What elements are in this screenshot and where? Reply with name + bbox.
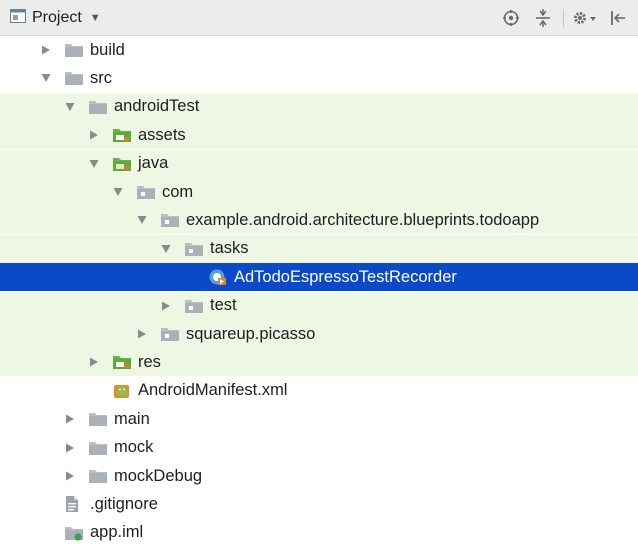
expand-arrow-icon[interactable] bbox=[88, 356, 100, 368]
tree-item-mockdebug[interactable]: mockDebug bbox=[0, 462, 638, 490]
tree-item-label: tasks bbox=[210, 239, 249, 258]
tree-item-label: mockDebug bbox=[114, 466, 203, 485]
tree-item-label: test bbox=[210, 296, 237, 315]
tree-item-example-android-architecture-blueprints-todoapp[interactable]: example.android.architecture.blueprints.… bbox=[0, 206, 638, 235]
tree-item-com[interactable]: com bbox=[0, 178, 638, 206]
expand-arrow-icon[interactable] bbox=[64, 470, 76, 482]
project-view-selector[interactable]: Project ▼ bbox=[10, 0, 101, 36]
tree-item-label: src bbox=[90, 68, 112, 87]
folder-icon bbox=[88, 98, 108, 116]
package-icon bbox=[136, 183, 156, 201]
tree-item-res[interactable]: res bbox=[0, 348, 638, 377]
folder-icon bbox=[88, 467, 108, 485]
chevron-down-icon: ▼ bbox=[89, 12, 101, 24]
collapse-all-icon[interactable] bbox=[531, 5, 555, 31]
tree-item-src[interactable]: src bbox=[0, 64, 638, 92]
hide-panel-icon[interactable] bbox=[606, 5, 630, 31]
tree-item-label: AndroidManifest.xml bbox=[138, 381, 288, 400]
tree-item-build[interactable]: build bbox=[0, 36, 638, 64]
project-view-title: Project bbox=[32, 9, 82, 26]
tree-item-main[interactable]: main bbox=[0, 405, 638, 433]
package-icon bbox=[184, 240, 204, 258]
expand-arrow-icon[interactable] bbox=[64, 442, 76, 454]
expand-arrow-icon[interactable] bbox=[88, 129, 100, 141]
package-icon bbox=[160, 325, 180, 343]
tree-item-mock[interactable]: mock bbox=[0, 434, 638, 462]
text-file-icon bbox=[64, 495, 84, 513]
expand-arrow-icon[interactable] bbox=[64, 413, 76, 425]
expand-arrow-icon[interactable] bbox=[160, 300, 172, 312]
tree-item-label: res bbox=[138, 352, 161, 371]
collapse-arrow-icon[interactable] bbox=[136, 214, 148, 226]
expand-arrow-icon[interactable] bbox=[40, 44, 52, 56]
collapse-arrow-icon[interactable] bbox=[160, 243, 172, 255]
tree-item-androidmanifest-xml[interactable]: AndroidManifest.xml bbox=[0, 377, 638, 405]
tree-item-label: .gitignore bbox=[90, 494, 158, 513]
locate-icon[interactable] bbox=[499, 5, 523, 31]
tree-item-assets[interactable]: assets bbox=[0, 121, 638, 150]
module-file-icon bbox=[64, 524, 84, 542]
tree-item-squareup-picasso[interactable]: squareup.picasso bbox=[0, 320, 638, 348]
folder-icon bbox=[88, 410, 108, 428]
tree-item-label: build bbox=[90, 40, 125, 59]
collapse-arrow-icon[interactable] bbox=[112, 186, 124, 198]
test-source-folder-icon bbox=[112, 155, 132, 173]
tree-item-gitignore[interactable]: .gitignore bbox=[0, 490, 638, 518]
test-class-icon bbox=[208, 268, 228, 286]
tree-item-androidtest[interactable]: androidTest bbox=[0, 92, 638, 121]
arrow-spacer bbox=[184, 271, 196, 283]
collapse-arrow-icon[interactable] bbox=[88, 158, 100, 170]
folder-icon bbox=[64, 41, 84, 59]
tree-item-adtodoespressotestrecorder[interactable]: AdTodoEspressoTestRecorder bbox=[0, 263, 638, 292]
tree-item-label: java bbox=[138, 154, 169, 173]
tree-item-java[interactable]: java bbox=[0, 149, 638, 178]
collapse-arrow-icon[interactable] bbox=[64, 101, 76, 113]
expand-arrow-icon[interactable] bbox=[136, 328, 148, 340]
project-toolbar: Project ▼ bbox=[0, 0, 638, 36]
tree-item-label: AdTodoEspressoTestRecorder bbox=[234, 267, 457, 286]
tree-item-label: assets bbox=[138, 125, 186, 144]
tree-item-label: squareup.picasso bbox=[186, 324, 316, 343]
tree-item-tasks[interactable]: tasks bbox=[0, 234, 638, 263]
arrow-spacer bbox=[40, 527, 52, 539]
package-icon bbox=[184, 297, 204, 315]
arrow-spacer bbox=[88, 385, 100, 397]
toolbar-separator bbox=[563, 9, 564, 27]
settings-gear-icon[interactable] bbox=[572, 5, 598, 31]
test-resource-folder-icon bbox=[112, 353, 132, 371]
tree-item-label: example.android.architecture.blueprints.… bbox=[186, 210, 540, 229]
tree-item-label: mock bbox=[114, 438, 154, 457]
project-view-icon bbox=[10, 8, 26, 28]
folder-icon bbox=[64, 69, 84, 87]
tree-item-test[interactable]: test bbox=[0, 291, 638, 320]
package-icon bbox=[160, 211, 180, 229]
folder-icon bbox=[88, 439, 108, 457]
tree-item-label: main bbox=[114, 409, 150, 428]
test-resource-folder-icon bbox=[112, 126, 132, 144]
tree-item-app-iml[interactable]: app.iml bbox=[0, 519, 638, 547]
android-manifest-icon bbox=[112, 382, 132, 400]
collapse-arrow-icon[interactable] bbox=[40, 72, 52, 84]
tree-item-label: androidTest bbox=[114, 97, 200, 116]
tree-item-label: app.iml bbox=[90, 523, 144, 542]
arrow-spacer bbox=[40, 498, 52, 510]
tree-item-label: com bbox=[162, 182, 194, 201]
